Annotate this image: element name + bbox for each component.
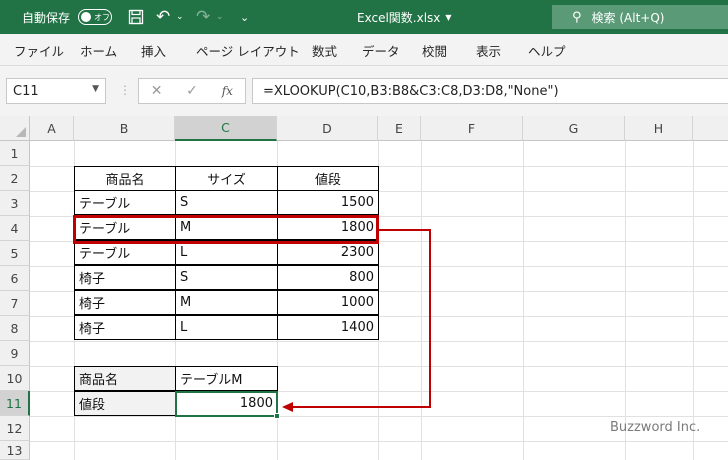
search-label: 検索 (Alt+Q): [591, 10, 665, 25]
redo-dropdown-icon[interactable]: ⌄: [216, 0, 224, 34]
fill-handle[interactable]: [274, 413, 280, 419]
formula-buttons: ✕ ✓ fx: [138, 78, 246, 104]
highlight-box: [73, 215, 379, 244]
ribbon-tabs: ファイル ホーム 挿入 ページ レイアウト 数式 データ 校閲 表示 ヘルプ: [0, 34, 728, 66]
more-icon: ⋮: [119, 83, 131, 97]
tab-data[interactable]: データ: [362, 34, 400, 66]
cell-c2[interactable]: サイズ: [175, 166, 278, 191]
row-header-9[interactable]: 9: [0, 341, 30, 366]
chevron-down-icon: ▼: [445, 12, 452, 22]
autosave-label: 自動保存: [22, 10, 71, 25]
name-box[interactable]: C11 ▼: [6, 78, 106, 104]
watermark: Buzzword Inc.: [610, 420, 701, 435]
undo-icon[interactable]: ↶: [156, 0, 170, 34]
tab-review[interactable]: 校閲: [422, 34, 447, 66]
tab-formulas[interactable]: 数式: [312, 34, 337, 66]
cell-c8[interactable]: L: [175, 315, 278, 340]
cell-b2[interactable]: 商品名: [74, 166, 176, 191]
active-cell-outline: [175, 391, 280, 419]
row-header-8[interactable]: 8: [0, 316, 30, 341]
cell-c6[interactable]: S: [175, 265, 278, 290]
cell-b3[interactable]: テーブル: [74, 190, 176, 215]
tab-home[interactable]: ホーム: [80, 34, 117, 66]
customize-toolbar-icon[interactable]: ⌄: [240, 0, 249, 34]
gridline: [30, 341, 728, 342]
title-bar: 自動保存 オフ ↶ ⌄ ↷ ⌄ ⌄ Excel関数.xlsx ▼ ⚲ 検索 (Al…: [0, 0, 728, 34]
gridline: [421, 141, 422, 460]
cell-d7[interactable]: 1000: [277, 290, 379, 315]
undo-dropdown-icon[interactable]: ⌄: [176, 0, 184, 34]
cell-d8[interactable]: 1400: [277, 315, 379, 340]
cancel-icon[interactable]: ✕: [139, 83, 174, 99]
cell-c10[interactable]: テーブルM: [175, 366, 278, 391]
row-header-12[interactable]: 12: [0, 416, 30, 441]
cell-b7[interactable]: 椅子: [74, 290, 176, 315]
row-header-5[interactable]: 5: [0, 241, 30, 266]
row-header-3[interactable]: 3: [0, 191, 30, 216]
row-header-4[interactable]: 4: [0, 216, 30, 241]
column-header-c[interactable]: C: [175, 116, 277, 141]
formula-bar: C11 ▼ ⋮ ✕ ✓ fx =XLOOKUP(C10,B3:B8&C3:C8,…: [0, 66, 728, 116]
column-header-b[interactable]: B: [74, 116, 175, 141]
confirm-icon[interactable]: ✓: [174, 83, 209, 99]
cell-d2[interactable]: 値段: [277, 166, 379, 191]
gridline: [693, 141, 694, 460]
gridline: [625, 141, 626, 460]
cell-d6[interactable]: 800: [277, 265, 379, 290]
redo-icon[interactable]: ↷: [196, 0, 210, 34]
select-all-button[interactable]: [0, 116, 30, 141]
row-header-1[interactable]: 1: [0, 141, 30, 166]
row-header-2[interactable]: 2: [0, 166, 30, 191]
file-name[interactable]: Excel関数.xlsx ▼: [357, 0, 452, 34]
row-header-7[interactable]: 7: [0, 291, 30, 316]
row-header-13[interactable]: 13: [0, 441, 30, 460]
name-box-value: C11: [13, 83, 39, 99]
insert-function-icon[interactable]: fx: [210, 84, 245, 98]
column-header-d[interactable]: D: [277, 116, 378, 141]
tab-page-layout[interactable]: ページ レイアウト: [196, 34, 300, 66]
row-header-10[interactable]: 10: [0, 366, 30, 391]
autosave-state: オフ: [94, 12, 110, 22]
column-header-a[interactable]: A: [30, 116, 74, 141]
cell-d3[interactable]: 1500: [277, 190, 379, 215]
gridline: [30, 441, 728, 442]
tab-file[interactable]: ファイル: [14, 34, 64, 66]
column-header-f[interactable]: F: [421, 116, 523, 141]
cell-b8[interactable]: 椅子: [74, 315, 176, 340]
save-icon[interactable]: [128, 0, 144, 34]
tab-help[interactable]: ヘルプ: [528, 34, 566, 66]
cell-c3[interactable]: S: [175, 190, 278, 215]
cell-b6[interactable]: 椅子: [74, 265, 176, 290]
column-header-h[interactable]: H: [625, 116, 693, 141]
gridline: [30, 416, 728, 417]
column-header-e[interactable]: E: [378, 116, 421, 141]
row-header-11[interactable]: 11: [0, 391, 30, 416]
search-icon: ⚲: [572, 9, 582, 25]
column-header-g[interactable]: G: [523, 116, 625, 141]
autosave-toggle[interactable]: オフ: [78, 0, 112, 34]
gridline: [523, 141, 524, 460]
file-name-text: Excel関数.xlsx: [357, 10, 441, 25]
tab-view[interactable]: 表示: [476, 34, 501, 66]
column-header-overflow: [693, 116, 728, 141]
chevron-down-icon[interactable]: ▼: [92, 84, 99, 94]
cell-b10[interactable]: 商品名: [74, 366, 176, 391]
search-box[interactable]: ⚲ 検索 (Alt+Q): [552, 5, 728, 29]
tab-insert[interactable]: 挿入: [141, 34, 166, 66]
row-header-6[interactable]: 6: [0, 266, 30, 291]
cell-b11[interactable]: 値段: [74, 391, 176, 416]
cell-c7[interactable]: M: [175, 290, 278, 315]
formula-input[interactable]: =XLOOKUP(C10,B3:B8&C3:C8,D3:D8,"None"): [252, 78, 728, 104]
